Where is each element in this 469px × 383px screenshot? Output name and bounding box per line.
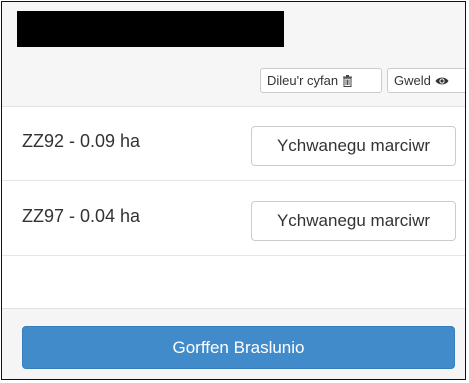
clear-all-button[interactable]: Dileu'r cyfan: [260, 68, 382, 93]
panel-footer: Gorffen Braslunio: [2, 308, 465, 379]
add-marker-button[interactable]: Ychwanegu marciwr: [251, 201, 456, 241]
sketch-panel: Dileu'r cyfan Gweld ZZ92 - 0.09 ha Ychwa…: [1, 1, 466, 380]
parcel-row: ZZ92 - 0.09 ha Ychwanegu marciwr: [2, 106, 465, 181]
trash-icon: [342, 74, 353, 87]
panel-header: [2, 2, 465, 65]
eye-icon: [435, 76, 449, 86]
parcel-label: ZZ97 - 0.04 ha: [22, 206, 141, 226]
parcel-label: ZZ92 - 0.09 ha: [22, 131, 141, 151]
view-button[interactable]: Gweld: [387, 68, 465, 93]
finish-sketching-button[interactable]: Gorffen Braslunio: [22, 326, 455, 369]
view-label: Gweld: [394, 73, 431, 88]
parcel-row: ZZ97 - 0.04 ha Ychwanegu marciwr: [2, 181, 465, 256]
add-marker-button[interactable]: Ychwanegu marciwr: [251, 126, 456, 166]
toolbar: Dileu'r cyfan Gweld: [2, 64, 465, 107]
clear-all-label: Dileu'r cyfan: [267, 73, 339, 88]
redacted-title: [17, 11, 284, 47]
